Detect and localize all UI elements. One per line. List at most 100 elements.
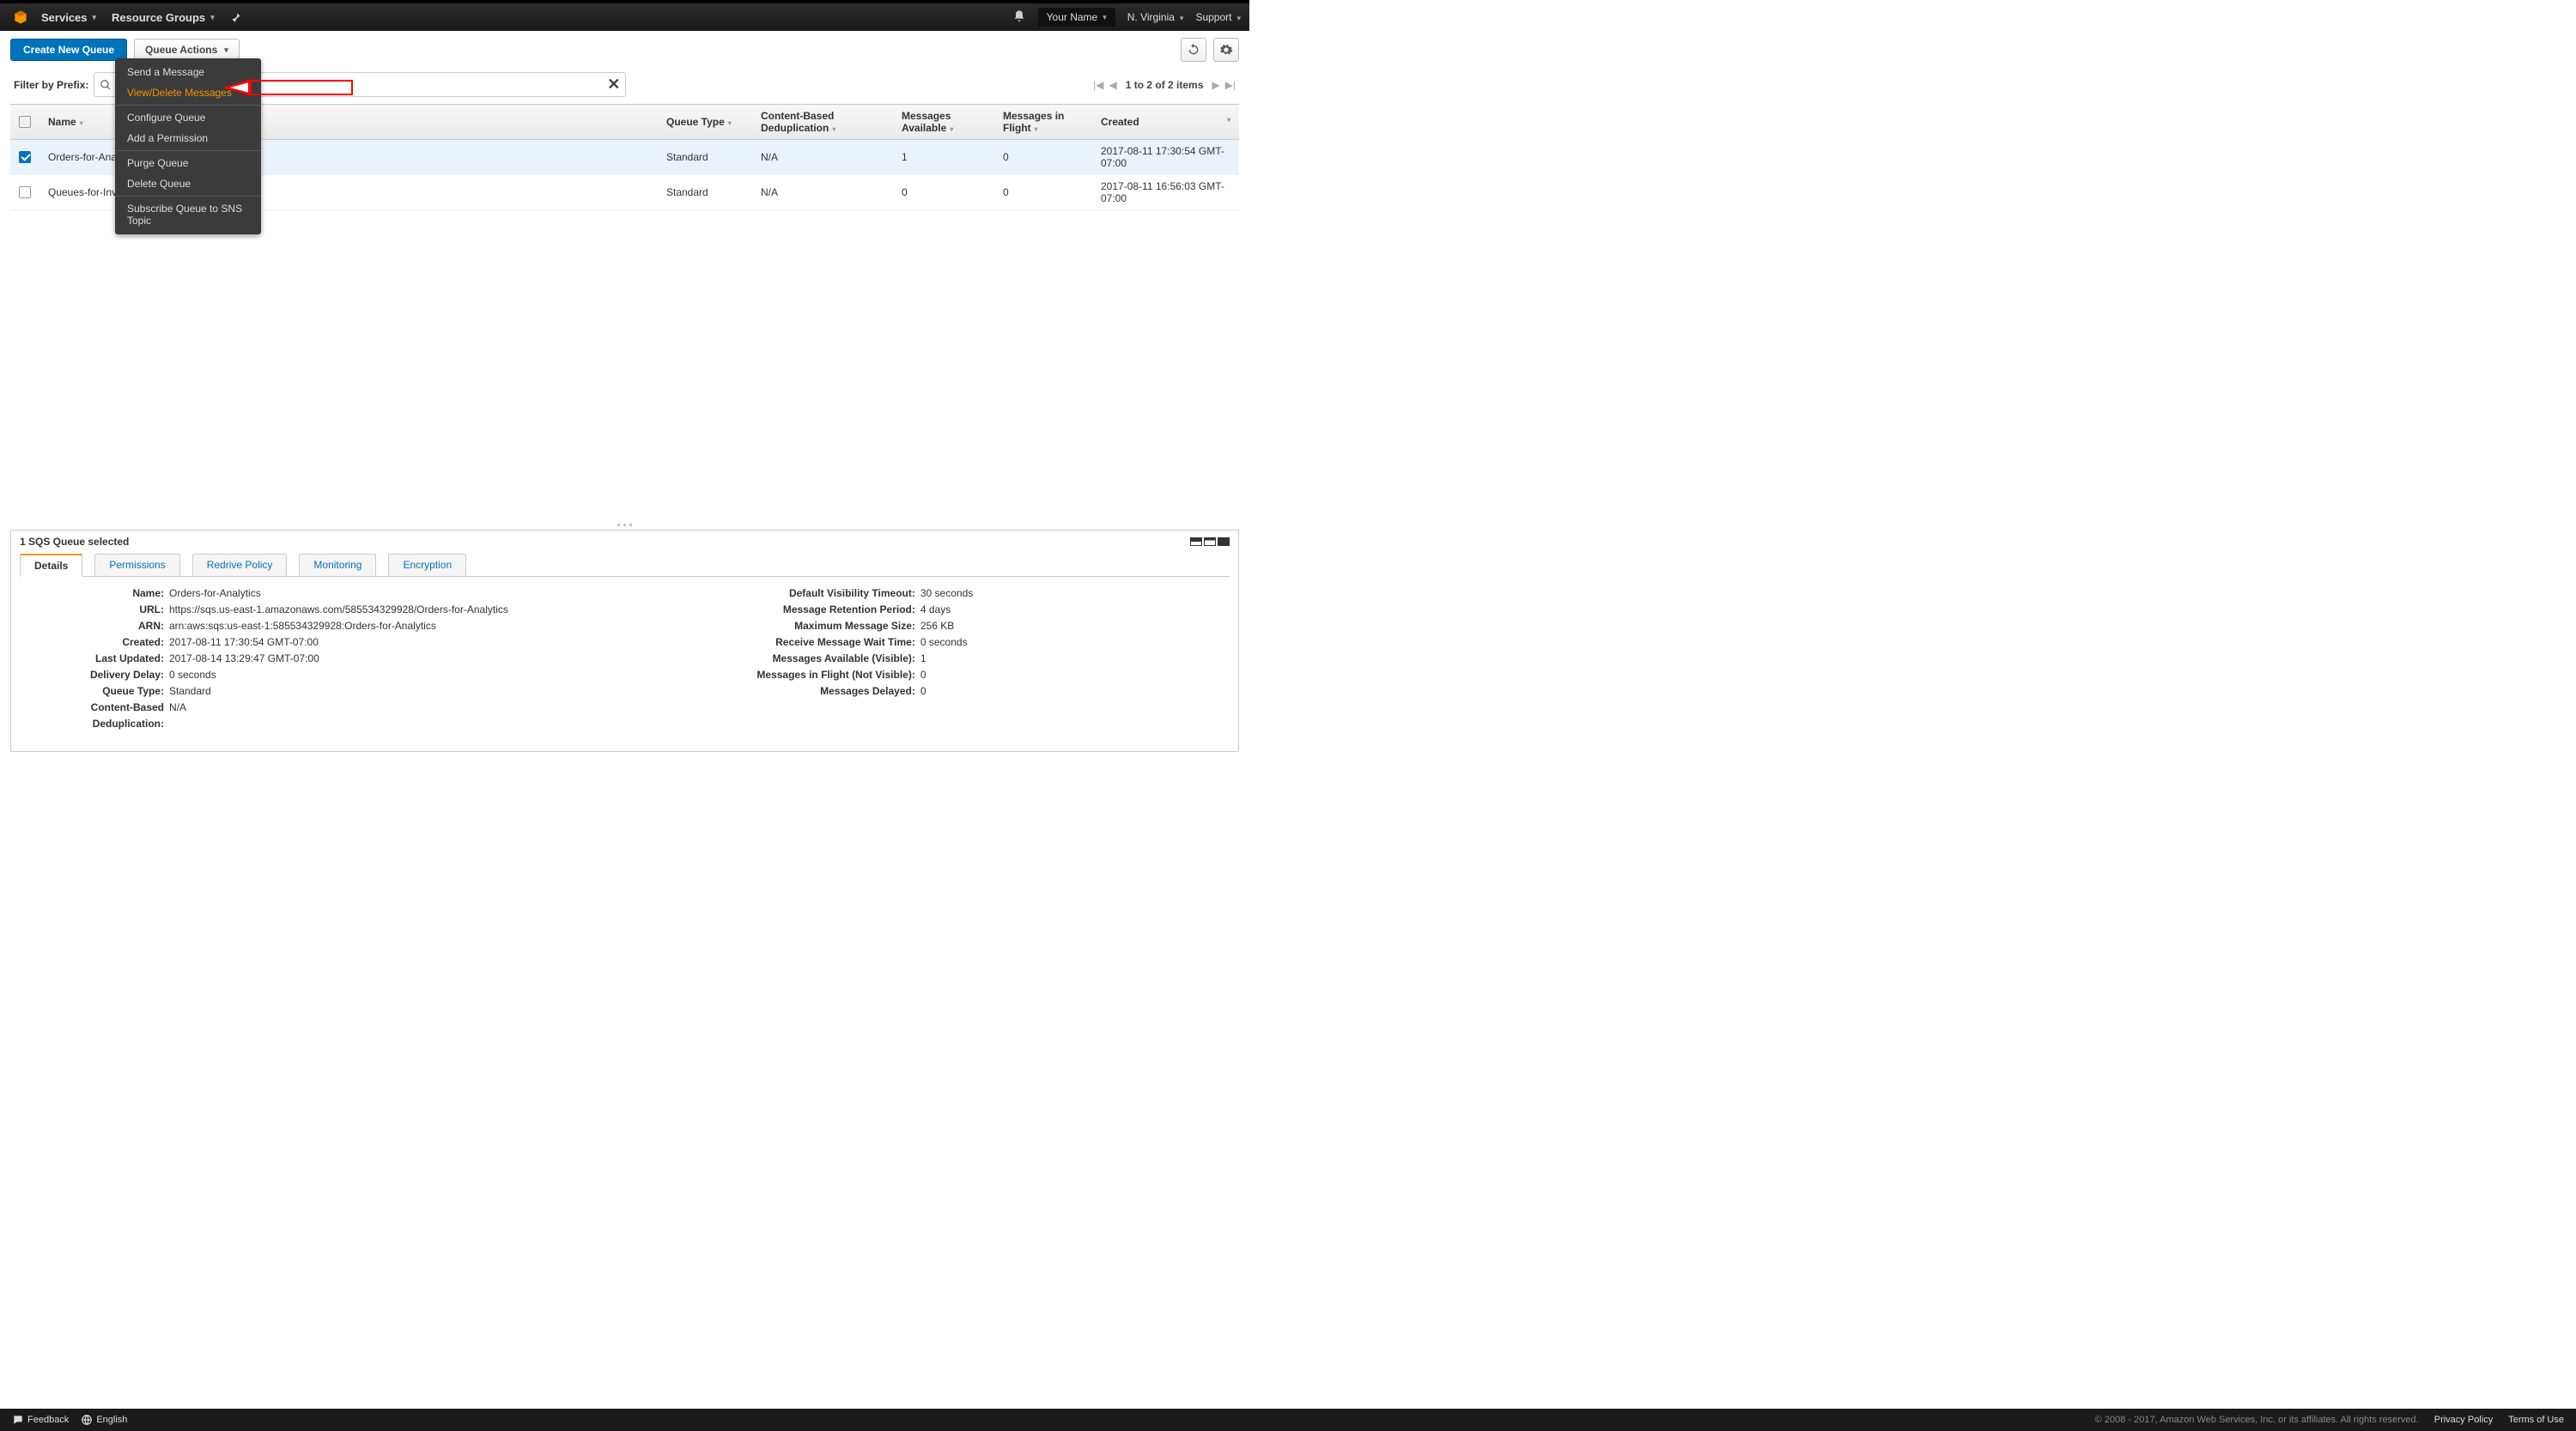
col-created[interactable]: Created xyxy=(1101,116,1139,128)
pager-text: 1 to 2 of 2 items xyxy=(1126,79,1204,91)
detail-val: 1 xyxy=(920,651,927,667)
detail-val: Standard xyxy=(169,683,211,700)
detail-key: Maximum Message Size: xyxy=(749,618,920,634)
create-queue-button[interactable]: Create New Queue xyxy=(10,39,127,61)
search-icon xyxy=(100,79,112,91)
tab-encryption[interactable]: Encryption xyxy=(388,554,466,577)
cell-avail: 0 xyxy=(893,175,994,210)
page-first-icon[interactable]: |◀ xyxy=(1093,79,1103,91)
page-last-icon[interactable]: ▶| xyxy=(1225,79,1236,91)
copyright: © 2008 - 2017, Amazon Web Services, Inc.… xyxy=(2095,1415,2419,1425)
chevron-down-icon: ▾ xyxy=(1103,13,1107,22)
aws-logo-icon[interactable] xyxy=(12,9,29,26)
detail-key: ARN: xyxy=(25,618,169,634)
refresh-button[interactable] xyxy=(1181,38,1206,62)
panel-title: 1 SQS Queue selected xyxy=(20,536,129,548)
tab-monitoring[interactable]: Monitoring xyxy=(299,554,376,577)
cell-avail: 1 xyxy=(893,140,994,175)
menu-configure-queue[interactable]: Configure Queue xyxy=(115,107,261,128)
details-panel: 1 SQS Queue selected Details Permissions… xyxy=(10,530,1239,752)
row-checkbox[interactable] xyxy=(19,186,31,198)
col-avail[interactable]: Messages Available xyxy=(902,110,951,134)
clear-icon[interactable]: ✕ xyxy=(607,76,620,94)
menu-subscribe-sns[interactable]: Subscribe Queue to SNS Topic xyxy=(115,198,261,231)
tab-details[interactable]: Details xyxy=(20,554,82,577)
cell-dedup: N/A xyxy=(752,140,893,175)
detail-val: 256 KB xyxy=(920,618,954,634)
tabs: Details Permissions Redrive Policy Monit… xyxy=(20,553,1230,577)
queue-actions-menu: Send a Message View/Delete Messages Conf… xyxy=(115,58,261,234)
detail-key: Name: xyxy=(25,585,169,602)
layout-1-icon[interactable] xyxy=(1190,537,1202,546)
filter-label: Filter by Prefix: xyxy=(14,79,88,91)
detail-val: 0 seconds xyxy=(920,634,968,651)
chevron-down-icon: ▾ xyxy=(210,13,215,22)
detail-key: Message Retention Period: xyxy=(749,602,920,618)
nav-region[interactable]: N. Virginia▾ xyxy=(1127,11,1184,23)
col-dedup[interactable]: Content-Based Deduplication xyxy=(761,110,834,134)
feedback-link[interactable]: Feedback xyxy=(12,1414,69,1426)
chevron-down-icon: ▾ xyxy=(93,13,97,22)
detail-key: Last Updated: xyxy=(25,651,169,667)
nav-services[interactable]: Services▾ xyxy=(41,11,96,24)
detail-val: Orders-for-Analytics xyxy=(169,585,261,602)
detail-val: 2017-08-11 17:30:54 GMT-07:00 xyxy=(169,634,319,651)
detail-val: 0 seconds xyxy=(169,667,216,683)
col-name[interactable]: Name xyxy=(48,116,76,128)
cell-dedup: N/A xyxy=(752,175,893,210)
menu-add-permission[interactable]: Add a Permission xyxy=(115,128,261,149)
layout-3-icon[interactable] xyxy=(1218,537,1230,546)
detail-key: Content-Based Deduplication: xyxy=(25,700,169,732)
detail-val: https://sqs.us-east-1.amazonaws.com/5855… xyxy=(169,602,508,618)
terms-link[interactable]: Terms of Use xyxy=(2508,1415,2564,1425)
detail-key: Created: xyxy=(25,634,169,651)
chevron-down-icon: ▾ xyxy=(1236,14,1241,22)
nav-resource-groups[interactable]: Resource Groups▾ xyxy=(112,11,215,24)
language-link[interactable]: English xyxy=(81,1414,127,1426)
tab-permissions[interactable]: Permissions xyxy=(94,554,179,577)
footer: Feedback English © 2008 - 2017, Amazon W… xyxy=(0,1409,2576,1431)
col-inflight[interactable]: Messages in Flight xyxy=(1003,110,1064,134)
nav-user[interactable]: Your Name▾ xyxy=(1038,8,1115,27)
col-type[interactable]: Queue Type xyxy=(666,116,725,128)
detail-key: Messages in Flight (Not Visible): xyxy=(749,667,920,683)
menu-purge-queue[interactable]: Purge Queue xyxy=(115,153,261,173)
cell-type: Standard xyxy=(658,140,752,175)
detail-key: Messages Available (Visible): xyxy=(749,651,920,667)
pin-icon[interactable] xyxy=(230,11,242,23)
detail-val: N/A xyxy=(169,700,186,732)
splitter[interactable] xyxy=(0,519,1249,530)
select-all-checkbox[interactable] xyxy=(19,116,31,128)
detail-key: Default Visibility Timeout: xyxy=(749,585,920,602)
tab-redrive[interactable]: Redrive Policy xyxy=(192,554,288,577)
cell-inflight: 0 xyxy=(994,140,1092,175)
chevron-down-icon: ▾ xyxy=(1180,14,1184,22)
cell-inflight: 0 xyxy=(994,175,1092,210)
detail-val: 4 days xyxy=(920,602,951,618)
detail-val: arn:aws:sqs:us-east-1:585534329928:Order… xyxy=(169,618,436,634)
cell-type: Standard xyxy=(658,175,752,210)
pager: |◀ ◀ 1 to 2 of 2 items ▶ ▶| xyxy=(1093,79,1236,91)
detail-val: 30 seconds xyxy=(920,585,973,602)
menu-delete-queue[interactable]: Delete Queue xyxy=(115,173,261,194)
detail-key: Messages Delayed: xyxy=(749,683,920,700)
layout-2-icon[interactable] xyxy=(1204,537,1216,546)
chevron-down-icon: ▾ xyxy=(224,45,228,55)
privacy-link[interactable]: Privacy Policy xyxy=(2434,1415,2493,1425)
settings-button[interactable] xyxy=(1213,38,1239,62)
bell-icon[interactable] xyxy=(1012,9,1026,26)
detail-key: Receive Message Wait Time: xyxy=(749,634,920,651)
row-checkbox[interactable] xyxy=(19,151,31,163)
cell-created: 2017-08-11 17:30:54 GMT-07:00 xyxy=(1092,140,1239,175)
page-prev-icon[interactable]: ◀ xyxy=(1109,79,1116,91)
cell-created: 2017-08-11 16:56:03 GMT-07:00 xyxy=(1092,175,1239,210)
menu-send-message[interactable]: Send a Message xyxy=(115,62,261,82)
detail-key: Delivery Delay: xyxy=(25,667,169,683)
page-next-icon[interactable]: ▶ xyxy=(1212,79,1219,91)
detail-val: 0 xyxy=(920,667,927,683)
menu-view-delete-messages[interactable]: View/Delete Messages xyxy=(115,82,261,103)
nav-support[interactable]: Support▾ xyxy=(1195,11,1241,23)
top-nav: Services▾ Resource Groups▾ Your Name▾ N.… xyxy=(0,0,1249,31)
detail-val: 2017-08-14 13:29:47 GMT-07:00 xyxy=(169,651,319,667)
detail-val: 0 xyxy=(920,683,927,700)
